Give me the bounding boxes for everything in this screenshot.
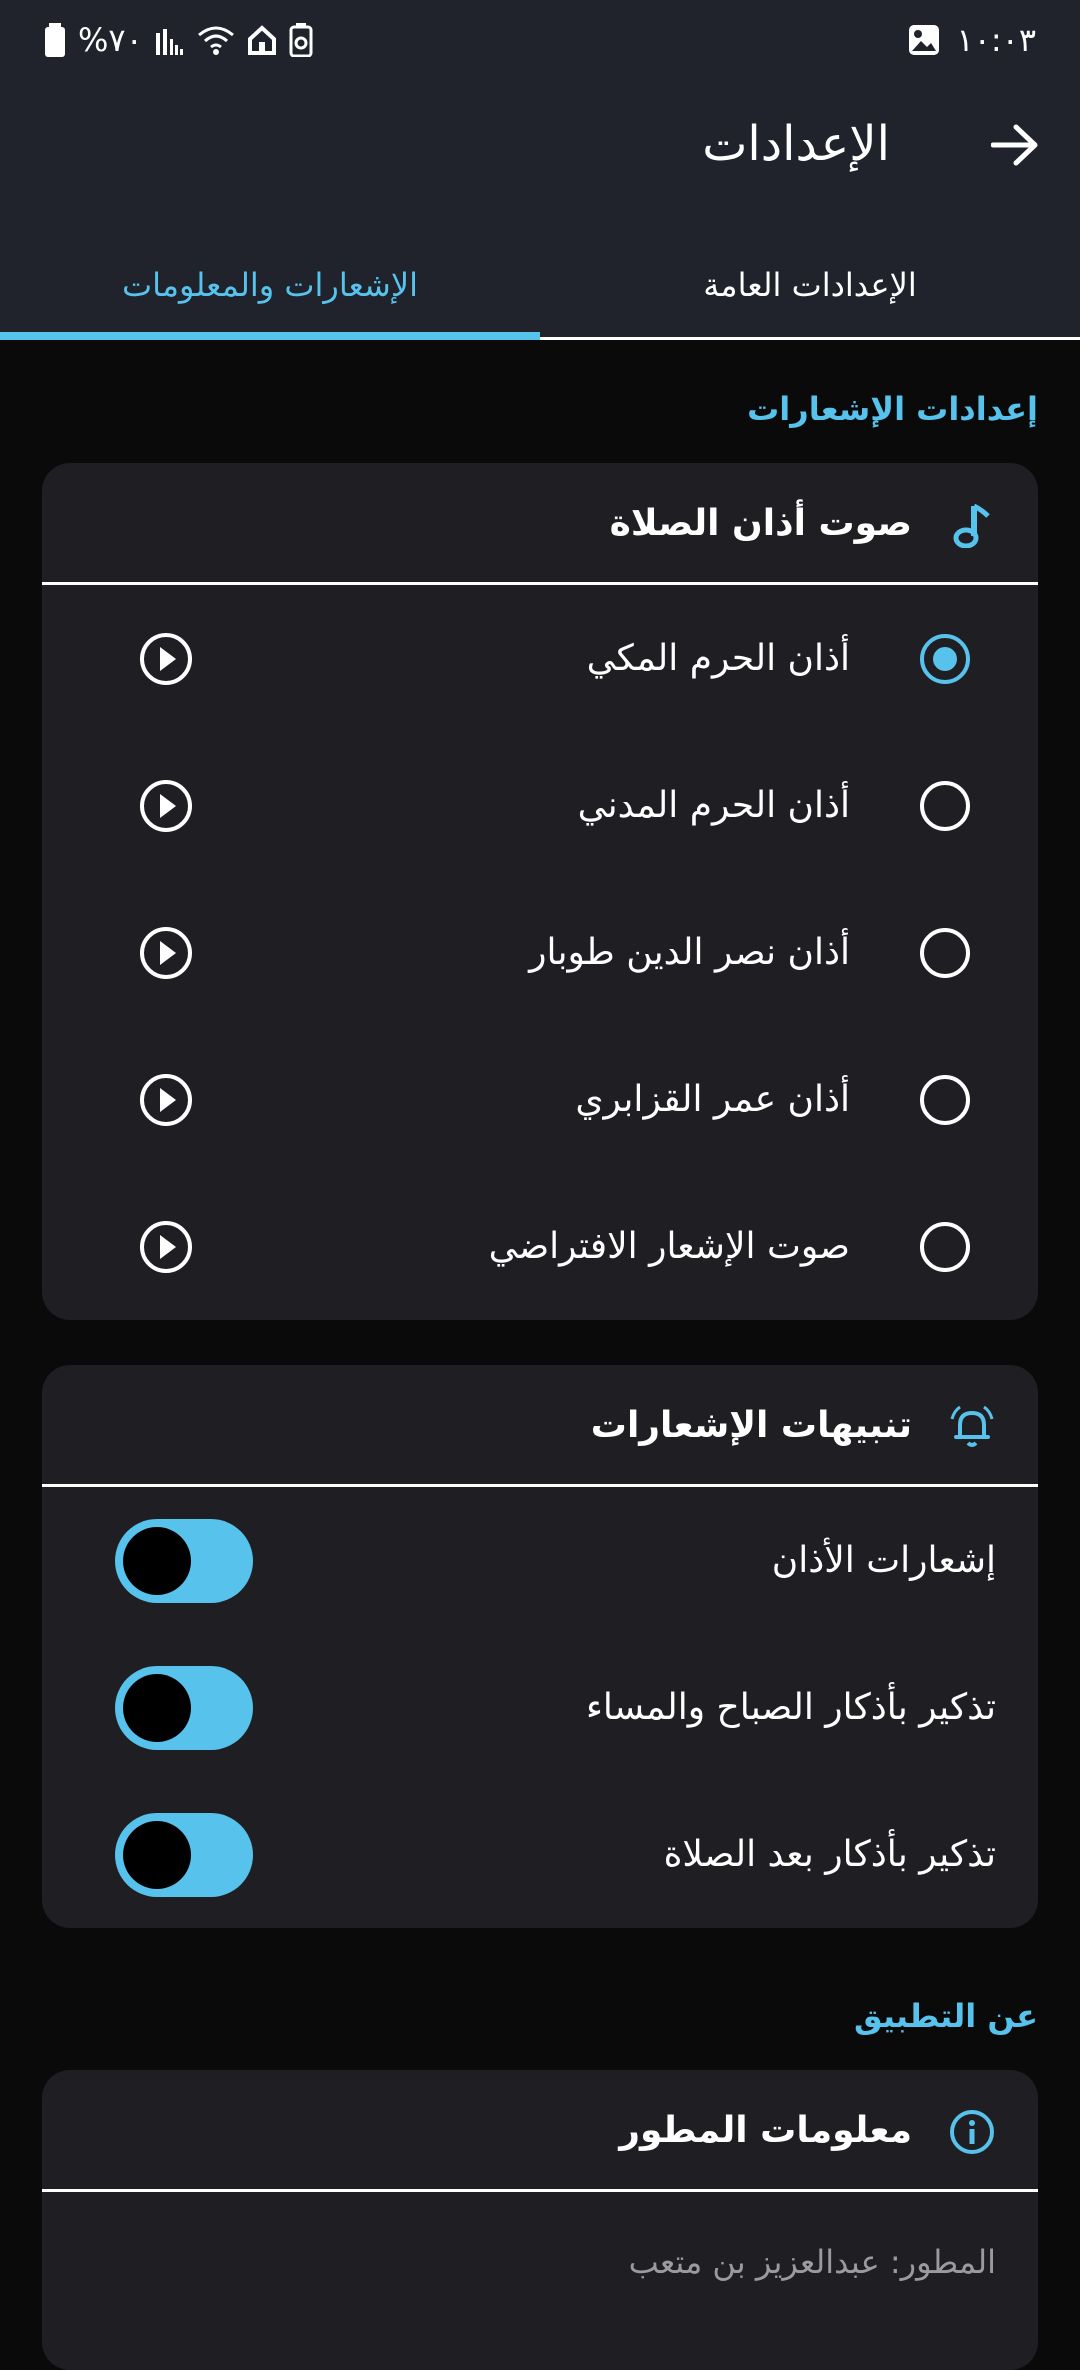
wifi-icon xyxy=(197,24,235,56)
radio-button[interactable] xyxy=(920,1221,970,1272)
developer-name: المطور: عبدالعزيز بن متعب xyxy=(628,2243,996,2281)
option-label: أذان الحرم المدني xyxy=(577,785,850,826)
status-bar-left: %٧٠ xyxy=(44,20,313,60)
signal-icon xyxy=(155,25,185,55)
switch-knob xyxy=(123,1820,191,1889)
after-prayer-reminder-switch[interactable] xyxy=(115,1812,253,1897)
back-button[interactable] xyxy=(980,110,1050,180)
toggle-row-morning-evening: تذكير بأذكار الصباح والمساء xyxy=(42,1634,1038,1781)
developer-row: المطور: عبدالعزيز بن متعب xyxy=(42,2192,1038,2332)
card-header: تنبيهات الإشعارات xyxy=(42,1365,1038,1487)
play-icon[interactable] xyxy=(138,631,194,687)
adhan-option-qazabri[interactable]: أذان عمر القزابري xyxy=(42,1026,1038,1173)
option-label: أذان الحرم المكي xyxy=(586,638,850,679)
play-icon[interactable] xyxy=(138,1219,194,1275)
info-icon xyxy=(948,2108,996,2156)
section-header-notifications: إعدادات الإشعارات xyxy=(747,390,1038,428)
card-title: معلومات المطور xyxy=(619,2110,912,2151)
developer-info-card: معلومات المطور المطور: عبدالعزيز بن متعب xyxy=(42,2070,1038,2370)
adhan-option-default[interactable]: صوت الإشعار الافتراضي xyxy=(42,1173,1038,1320)
radio-button[interactable] xyxy=(920,1074,970,1125)
tab-notifications-info[interactable]: الإشعارات والمعلومات xyxy=(0,230,540,340)
adhan-option-makki[interactable]: أذان الحرم المكي xyxy=(42,585,1038,732)
arrow-right-icon xyxy=(991,124,1038,166)
card-header: معلومات المطور xyxy=(42,2070,1038,2192)
switch-knob xyxy=(123,1526,191,1595)
switch-knob xyxy=(123,1673,191,1742)
card-title: تنبيهات الإشعارات xyxy=(590,1405,912,1446)
music-note-icon xyxy=(948,501,996,549)
toggle-label: إشعارات الأذان xyxy=(771,1540,996,1581)
toggle-row-after-prayer: تذكير بأذكار بعد الصلاة xyxy=(42,1781,1038,1928)
battery-icon xyxy=(44,23,66,57)
radio-button[interactable] xyxy=(920,633,970,684)
battery-percent: %٧٠ xyxy=(78,21,143,59)
notification-alerts-card: تنبيهات الإشعارات إشعارات الأذان تذكير ب… xyxy=(42,1365,1038,1928)
toggle-label: تذكير بأذكار بعد الصلاة xyxy=(663,1834,996,1875)
radio-button[interactable] xyxy=(920,780,970,831)
option-label: أذان نصر الدين طوبار xyxy=(529,932,850,973)
adhan-option-tobar[interactable]: أذان نصر الدين طوبار xyxy=(42,879,1038,1026)
toggle-row-adhan-notifications: إشعارات الأذان xyxy=(42,1487,1038,1634)
play-icon[interactable] xyxy=(138,925,194,981)
morning-evening-reminder-switch[interactable] xyxy=(115,1665,253,1750)
option-label: أذان عمر القزابري xyxy=(575,1079,850,1120)
section-header-about: عن التطبيق xyxy=(854,1997,1038,2035)
toggle-label: تذكير بأذكار الصباح والمساء xyxy=(585,1687,996,1728)
home-icon xyxy=(247,25,277,55)
page-title: الإعدادات xyxy=(702,116,890,172)
card-header: صوت أذان الصلاة xyxy=(42,463,1038,585)
adhan-notifications-switch[interactable] xyxy=(115,1518,253,1603)
play-icon[interactable] xyxy=(138,778,194,834)
bell-icon xyxy=(948,1403,996,1451)
tab-bar: الإعدادات العامة الإشعارات والمعلومات xyxy=(0,230,1080,340)
card-title: صوت أذان الصلاة xyxy=(609,503,912,544)
clock: ١٠:٠٣ xyxy=(956,21,1036,59)
tab-general-settings[interactable]: الإعدادات العامة xyxy=(540,230,1080,340)
status-bar: %٧٠ ١٠:٠٣ xyxy=(0,0,1080,80)
play-icon[interactable] xyxy=(138,1072,194,1128)
battery-saver-icon xyxy=(289,23,313,57)
adhan-sound-card: صوت أذان الصلاة أذان الحرم المكي أذان ال… xyxy=(42,463,1038,1320)
gallery-notification-icon xyxy=(908,24,940,56)
radio-button[interactable] xyxy=(920,927,970,978)
adhan-option-madani[interactable]: أذان الحرم المدني xyxy=(42,732,1038,879)
status-bar-right: ١٠:٠٣ xyxy=(908,20,1036,60)
active-tab-indicator xyxy=(0,332,540,340)
option-label: صوت الإشعار الافتراضي xyxy=(488,1226,850,1267)
